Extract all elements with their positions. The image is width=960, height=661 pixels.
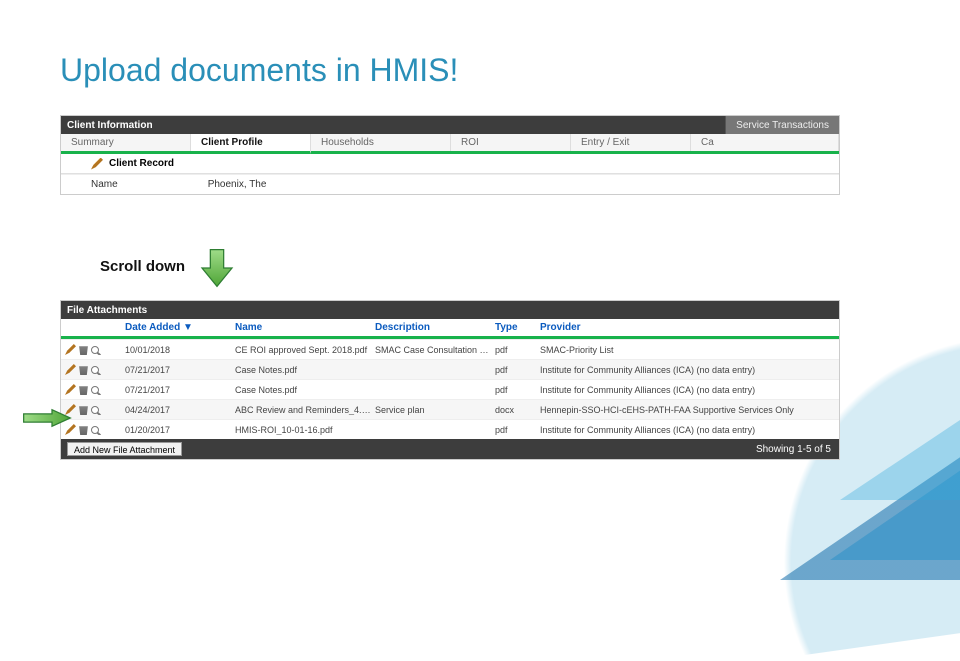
- trash-icon[interactable]: [78, 344, 89, 355]
- column-headers: Date Added ▼ Name Description Type Provi…: [61, 319, 839, 339]
- cell-type: pdf: [491, 425, 536, 435]
- cell-name: ABC Review and Reminders_4.15.17.docx: [231, 405, 371, 415]
- header-service-transactions[interactable]: Service Transactions: [725, 116, 839, 134]
- magnifier-icon[interactable]: [91, 386, 99, 394]
- cell-provider: Hennepin-SSO-HCI-cEHS-PATH-FAA Supportiv…: [536, 405, 839, 415]
- client-record-label: Client Record: [109, 158, 174, 169]
- tab-ca[interactable]: Ca: [691, 134, 839, 151]
- tab-client-profile[interactable]: Client Profile: [191, 134, 311, 154]
- cell-desc: SMAC Case Consultation ROI: [371, 345, 491, 355]
- name-label: Name: [91, 179, 118, 190]
- tab-households[interactable]: Households: [311, 134, 451, 151]
- cell-name: CE ROI approved Sept. 2018.pdf: [231, 345, 371, 355]
- cell-type: pdf: [491, 365, 536, 375]
- cell-name: Case Notes.pdf: [231, 385, 371, 395]
- rows-holder: 10/01/2018CE ROI approved Sept. 2018.pdf…: [61, 339, 839, 439]
- client-info-panel: Client Information Service Transactions …: [60, 115, 840, 195]
- tab-entry-exit[interactable]: Entry / Exit: [571, 134, 691, 151]
- cell-name: HMIS-ROI_10-01-16.pdf: [231, 425, 371, 435]
- magnifier-icon[interactable]: [91, 426, 99, 434]
- magnifier-icon[interactable]: [91, 366, 99, 374]
- cell-date: 01/20/2017: [121, 425, 231, 435]
- pencil-icon[interactable]: [91, 158, 103, 170]
- header-client-info: Client Information: [61, 120, 725, 131]
- trash-icon[interactable]: [78, 424, 89, 435]
- table-row[interactable]: 07/21/2017Case Notes.pdf pdfInstitute for…: [61, 379, 839, 399]
- row-actions: [61, 344, 121, 355]
- col-type[interactable]: Type: [491, 319, 536, 336]
- tab-roi[interactable]: ROI: [451, 134, 571, 151]
- pencil-icon[interactable]: [65, 364, 76, 375]
- arrow-down-icon: [200, 248, 234, 288]
- tab-summary[interactable]: Summary: [61, 134, 191, 151]
- cell-date: 07/21/2017: [121, 385, 231, 395]
- add-new-file-button[interactable]: Add New File Attachment: [67, 442, 182, 456]
- table-row[interactable]: 04/24/2017ABC Review and Reminders_4.15.…: [61, 399, 839, 419]
- client-record-bar: Client Record: [61, 154, 839, 174]
- name-row: Name Phoenix, The: [61, 174, 839, 194]
- magnifier-icon[interactable]: [91, 406, 99, 414]
- trash-icon[interactable]: [78, 364, 89, 375]
- tabs-row: Summary Client Profile Households ROI En…: [61, 134, 839, 154]
- cell-type: pdf: [491, 385, 536, 395]
- panel-footer: Add New File Attachment Showing 1-5 of 5: [61, 439, 839, 459]
- page-title: Upload documents in HMIS!: [60, 52, 458, 89]
- col-date-added[interactable]: Date Added ▼: [121, 319, 231, 336]
- showing-count: Showing 1-5 of 5: [756, 444, 831, 455]
- cell-desc: Service plan: [371, 405, 491, 415]
- cell-type: pdf: [491, 345, 536, 355]
- row-actions: [61, 364, 121, 375]
- cell-date: 04/24/2017: [121, 405, 231, 415]
- trash-icon[interactable]: [78, 404, 89, 415]
- file-attachments-title: File Attachments: [61, 305, 839, 316]
- table-row[interactable]: 01/20/2017HMIS-ROI_10-01-16.pdf pdfInstit…: [61, 419, 839, 439]
- arrow-right-icon: [22, 408, 72, 428]
- cell-provider: Institute for Community Alliances (ICA) …: [536, 365, 839, 375]
- pencil-icon[interactable]: [65, 384, 76, 395]
- scroll-down-label: Scroll down: [100, 258, 185, 275]
- cell-date: 07/21/2017: [121, 365, 231, 375]
- col-description[interactable]: Description: [371, 319, 491, 336]
- trash-icon[interactable]: [78, 384, 89, 395]
- magnifier-icon[interactable]: [91, 346, 99, 354]
- pencil-icon[interactable]: [65, 344, 76, 355]
- cell-name: Case Notes.pdf: [231, 365, 371, 375]
- row-actions: [61, 384, 121, 395]
- cell-date: 10/01/2018: [121, 345, 231, 355]
- name-value: Phoenix, The: [208, 179, 267, 190]
- col-provider[interactable]: Provider: [536, 319, 839, 336]
- col-icons: [61, 319, 121, 336]
- cell-provider: Institute for Community Alliances (ICA) …: [536, 385, 839, 395]
- cell-type: docx: [491, 405, 536, 415]
- table-row[interactable]: 07/21/2017Case Notes.pdf pdfInstitute for…: [61, 359, 839, 379]
- panel-header: Client Information Service Transactions: [61, 116, 839, 134]
- table-row[interactable]: 10/01/2018CE ROI approved Sept. 2018.pdf…: [61, 339, 839, 359]
- cell-provider: Institute for Community Alliances (ICA) …: [536, 425, 839, 435]
- file-attachments-header: File Attachments: [61, 301, 839, 319]
- cell-provider: SMAC-Priority List: [536, 345, 839, 355]
- file-attachments-panel: File Attachments Date Added ▼ Name Descr…: [60, 300, 840, 460]
- col-name[interactable]: Name: [231, 319, 371, 336]
